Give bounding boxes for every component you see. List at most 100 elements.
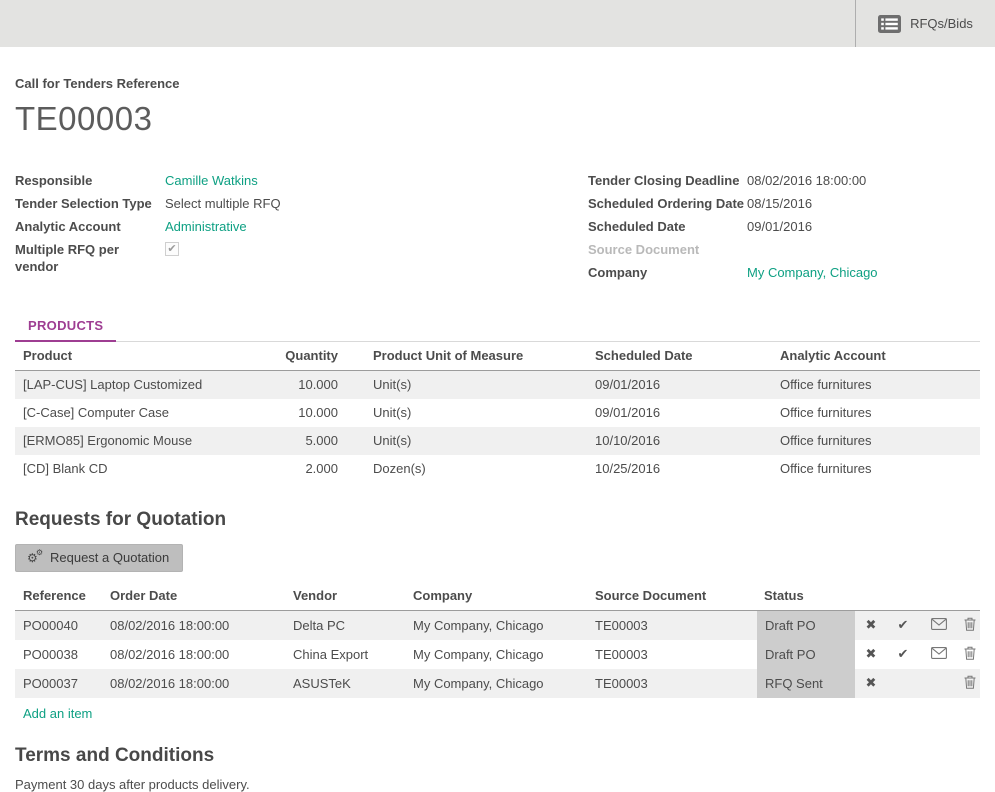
field-scheduled-ordering-date: Scheduled Ordering Date 08/15/2016 [588,195,988,212]
rfqs-bids-button[interactable]: RFQs/Bids [855,0,995,47]
cell-scheduled-date: 10/25/2016 [587,455,772,483]
delete-icon[interactable] [964,675,976,692]
company-link[interactable]: My Company, Chicago [747,264,878,281]
cell-quantity: 10.000 [265,399,365,427]
confirm-icon[interactable]: ✔ [898,646,909,662]
table-row[interactable]: [CD] Blank CD 2.000 Dozen(s) 10/25/2016 … [15,455,980,483]
request-a-quotation-button[interactable]: ⚙⚙ Request a Quotation [15,544,183,572]
cell-quantity: 10.000 [265,371,365,399]
col-source-document: Source Document [587,582,757,611]
empty-action-cell [887,669,919,698]
cell-company: My Company, Chicago [405,640,587,669]
cancel-icon[interactable]: ✖ [866,617,877,633]
field-group-left: Responsible Camille Watkins Tender Selec… [15,172,535,275]
topbar: RFQs/Bids [0,0,995,47]
table-row[interactable]: PO00037 08/02/2016 18:00:00 ASUSTeK My C… [15,669,980,698]
terms-title: Terms and Conditions [15,745,980,767]
table-row[interactable]: PO00040 08/02/2016 18:00:00 Delta PC My … [15,610,980,640]
field-tender-closing-deadline: Tender Closing Deadline 08/02/2016 18:00… [588,172,988,189]
cell-analytic-account: Office furnitures [772,399,980,427]
cell-order-date: 08/02/2016 18:00:00 [102,640,285,669]
col-analytic-account: Analytic Account [772,342,980,371]
cell-company: My Company, Chicago [405,610,587,640]
list-icon [878,15,901,33]
cell-product: [CD] Blank CD [15,455,265,483]
email-icon[interactable] [931,618,947,633]
field-label: Scheduled Date [588,218,747,235]
cell-product: [C-Case] Computer Case [15,399,265,427]
rfq-header-row: Reference Order Date Vendor Company Sour… [15,582,980,611]
field-scheduled-date: Scheduled Date 09/01/2016 [588,218,988,235]
cell-company: My Company, Chicago [405,669,587,698]
responsible-link[interactable]: Camille Watkins [165,172,258,189]
table-row[interactable]: [C-Case] Computer Case 10.000 Unit(s) 09… [15,399,980,427]
cell-order-date: 08/02/2016 18:00:00 [102,610,285,640]
table-row[interactable]: [ERMO85] Ergonomic Mouse 5.000 Unit(s) 1… [15,427,980,455]
cancel-icon[interactable]: ✖ [866,675,877,691]
field-label: Tender Selection Type [15,195,165,212]
field-source-document: Source Document [588,241,988,258]
col-actions [855,582,887,611]
cell-uom: Unit(s) [365,371,587,399]
col-status: Status [757,582,855,611]
col-order-date: Order Date [102,582,285,611]
cell-analytic-account: Office furnitures [772,371,980,399]
field-responsible: Responsible Camille Watkins [15,172,535,189]
products-header-row: Product Quantity Product Unit of Measure… [15,342,980,371]
cell-quantity: 2.000 [265,455,365,483]
cell-scheduled-date: 09/01/2016 [587,399,772,427]
table-row[interactable]: PO00038 08/02/2016 18:00:00 China Export… [15,640,980,669]
multiple-rfq-checkbox[interactable]: ✔ [165,242,179,256]
cell-uom: Unit(s) [365,427,587,455]
cell-order-date: 08/02/2016 18:00:00 [102,669,285,698]
cell-product: [LAP-CUS] Laptop Customized [15,371,265,399]
field-group-right: Tender Closing Deadline 08/02/2016 18:00… [588,172,988,287]
cell-reference: PO00038 [15,640,102,669]
email-icon[interactable] [931,647,947,662]
rfqs-bids-label: RFQs/Bids [910,16,973,31]
reference-label: Call for Tenders Reference [15,76,980,91]
terms-body: Payment 30 days after products delivery. [15,777,980,792]
field-analytic-account: Analytic Account Administrative [15,218,535,235]
field-label: Tender Closing Deadline [588,172,747,189]
field-company: Company My Company, Chicago [588,264,988,281]
delete-icon[interactable] [964,617,976,634]
col-scheduled-date: Scheduled Date [587,342,772,371]
col-quantity: Quantity [265,342,365,371]
check-icon: ✔ [167,244,176,255]
add-an-item-link[interactable]: Add an item [23,706,92,721]
cell-scheduled-date: 09/01/2016 [587,371,772,399]
cell-source-document: TE00003 [587,610,757,640]
field-label: Scheduled Ordering Date [588,195,747,212]
cancel-icon[interactable]: ✖ [866,646,877,662]
cell-analytic-account: Office furnitures [772,455,980,483]
scheduled-ordering-date-value: 08/15/2016 [747,195,812,212]
field-groups: Responsible Camille Watkins Tender Selec… [15,172,980,290]
cell-product: [ERMO85] Ergonomic Mouse [15,427,265,455]
cell-source-document: TE00003 [587,669,757,698]
status-badge: RFQ Sent [757,669,855,698]
analytic-account-link[interactable]: Administrative [165,218,247,235]
field-label: Company [588,264,747,281]
tab-products[interactable]: PRODUCTS [15,312,116,342]
rfq-section-title: Requests for Quotation [15,509,980,531]
products-table: Product Quantity Product Unit of Measure… [15,342,980,483]
col-uom: Product Unit of Measure [365,342,587,371]
status-badge: Draft PO [757,640,855,669]
field-label: Responsible [15,172,165,189]
delete-icon[interactable] [964,646,976,663]
page-title: TE00003 [15,100,980,138]
col-reference: Reference [15,582,102,611]
cell-uom: Unit(s) [365,399,587,427]
cell-analytic-account: Office furnitures [772,427,980,455]
field-label: Source Document [588,241,747,258]
gears-icon: ⚙⚙ [27,550,43,565]
table-row[interactable]: [LAP-CUS] Laptop Customized 10.000 Unit(… [15,371,980,399]
tender-closing-deadline-value: 08/02/2016 18:00:00 [747,172,866,189]
cell-source-document: TE00003 [587,640,757,669]
confirm-icon[interactable]: ✔ [898,617,909,633]
status-badge: Draft PO [757,610,855,640]
cell-quantity: 5.000 [265,427,365,455]
request-a-quotation-label: Request a Quotation [50,550,169,565]
field-tender-selection-type: Tender Selection Type Select multiple RF… [15,195,535,212]
